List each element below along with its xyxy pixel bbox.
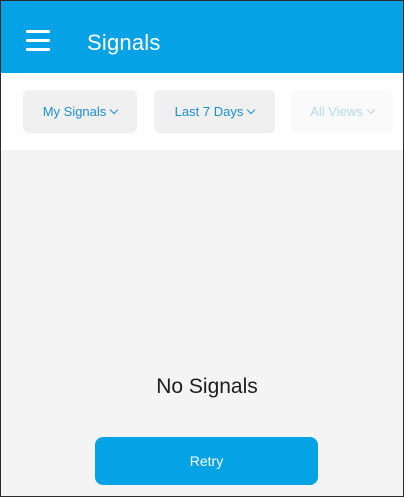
- date-range-filter-label: Last 7 Days: [174, 104, 244, 119]
- chevron-down-icon: [110, 105, 119, 115]
- views-filter-label: All Views: [310, 104, 363, 119]
- views-filter-button: All Views: [291, 90, 393, 133]
- chevron-down-icon: [247, 105, 256, 115]
- chevron-down-icon: [366, 105, 375, 115]
- menu-line: [26, 30, 50, 33]
- page-title: Signals: [87, 30, 161, 55]
- menu-line: [26, 39, 50, 42]
- filter-bar: My Signals Last 7 Days All Views: [1, 73, 403, 150]
- date-range-filter-button[interactable]: Last 7 Days: [154, 90, 275, 133]
- top-app-bar: Signals: [1, 1, 403, 73]
- empty-state-message: No Signals: [156, 375, 258, 398]
- menu-line: [26, 48, 50, 51]
- hamburger-menu-icon[interactable]: [26, 30, 50, 52]
- my-signals-filter-button[interactable]: My Signals: [23, 90, 137, 133]
- my-signals-filter-label: My Signals: [42, 104, 107, 119]
- retry-button[interactable]: Retry: [95, 437, 318, 485]
- app-frame: Signals My Signals Last 7 Days All Views…: [0, 0, 404, 497]
